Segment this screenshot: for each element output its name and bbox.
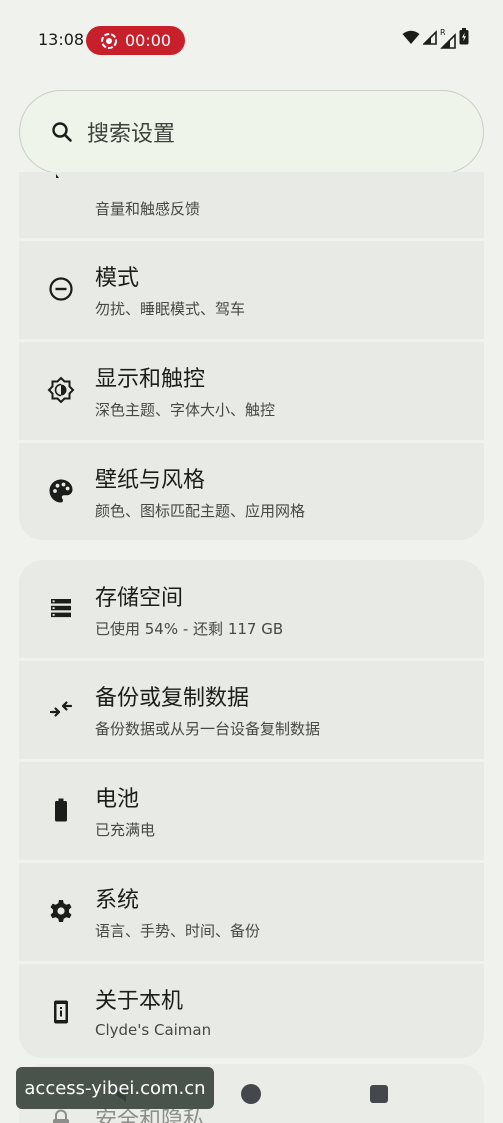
settings-item-subtitle: 已使用 54% - 还剩 117 GB: [95, 620, 284, 638]
settings-item-about-phone[interactable]: 关于本机 Clyde's Caiman: [19, 964, 484, 1058]
settings-item-subtitle: 音量和触感反馈: [95, 200, 201, 218]
settings-item-subtitle: 颜色、图标匹配主题、应用网格: [95, 502, 306, 520]
settings-item-title: 关于本机: [95, 989, 184, 1014]
record-icon: [100, 32, 118, 50]
status-bar: 13:08 00:00 R: [0, 0, 503, 80]
palette-icon: [47, 477, 75, 505]
settings-item-modes[interactable]: 模式 勿扰、睡眠模式、驾车: [19, 241, 484, 339]
settings-item-subtitle: Clyde's Caiman: [95, 1021, 212, 1039]
home-icon[interactable]: [241, 1084, 261, 1104]
watermark-text: access-yibei.com.cn: [24, 1077, 206, 1099]
battery-charging-icon: [459, 28, 469, 49]
settings-item-wallpaper[interactable]: 壁纸与风格 颜色、图标匹配主题、应用网格: [19, 443, 484, 540]
cell-signal-icon: [422, 30, 437, 49]
settings-item-title: 模式: [95, 266, 140, 291]
recents-icon[interactable]: [370, 1085, 388, 1103]
settings-item-title: 系统: [95, 888, 140, 913]
sound-icon: [47, 172, 75, 200]
settings-item-title: 显示和触控: [95, 367, 206, 392]
transfer-icon: [47, 695, 75, 723]
wifi-icon: [402, 30, 420, 49]
settings-item-battery[interactable]: 电池 已充满电: [19, 762, 484, 860]
settings-item-title: 存储空间: [95, 586, 184, 611]
settings-item-title: 备份或复制数据: [95, 686, 250, 711]
do-not-disturb-icon: [47, 275, 75, 303]
brightness-icon: [47, 376, 75, 404]
gear-icon: [47, 897, 75, 925]
settings-screen: 13:08 00:00 R 搜索设置 音量和触感反馈 模式 勿扰、睡眠模式、驾车…: [0, 0, 503, 1123]
settings-item-storage[interactable]: 存储空间 已使用 54% - 还剩 117 GB: [19, 560, 484, 658]
screen-recording-chip[interactable]: 00:00: [86, 26, 185, 55]
settings-item-system[interactable]: 系统 语言、手势、时间、备份: [19, 863, 484, 961]
settings-item-subtitle: 勿扰、睡眠模式、驾车: [95, 300, 246, 318]
lock-icon: [48, 1108, 74, 1123]
settings-item-title: 电池: [95, 787, 140, 812]
status-icons: R: [402, 28, 469, 49]
settings-group-display: 音量和触感反馈 模式 勿扰、睡眠模式、驾车 显示和触控 深色主题、字体大小、触控…: [19, 172, 484, 540]
settings-item-subtitle: 语言、手势、时间、备份: [95, 922, 261, 940]
search-placeholder: 搜索设置: [87, 122, 176, 147]
settings-item-subtitle: 备份数据或从另一台设备复制数据: [95, 720, 321, 738]
settings-item-title: 壁纸与风格: [95, 468, 206, 493]
search-settings-bar[interactable]: 搜索设置: [19, 90, 484, 174]
status-time: 13:08: [38, 30, 85, 49]
watermark-overlay: access-yibei.com.cn: [16, 1067, 214, 1109]
recording-timer: 00:00: [125, 31, 172, 50]
settings-item-display[interactable]: 显示和触控 深色主题、字体大小、触控: [19, 342, 484, 440]
settings-group-system: 存储空间 已使用 54% - 还剩 117 GB 备份或复制数据 备份数据或从另…: [19, 560, 484, 1058]
storage-icon: [47, 594, 75, 622]
settings-item-backup[interactable]: 备份或复制数据 备份数据或从另一台设备复制数据: [19, 661, 484, 759]
settings-item-subtitle: 已充满电: [95, 821, 156, 839]
search-icon: [50, 120, 74, 144]
phone-info-icon: [47, 998, 75, 1026]
battery-icon: [47, 796, 75, 824]
roaming-signal-icon: R: [440, 28, 456, 49]
settings-item-subtitle: 深色主题、字体大小、触控: [95, 401, 276, 419]
settings-item-sound[interactable]: 音量和触感反馈: [19, 172, 484, 238]
